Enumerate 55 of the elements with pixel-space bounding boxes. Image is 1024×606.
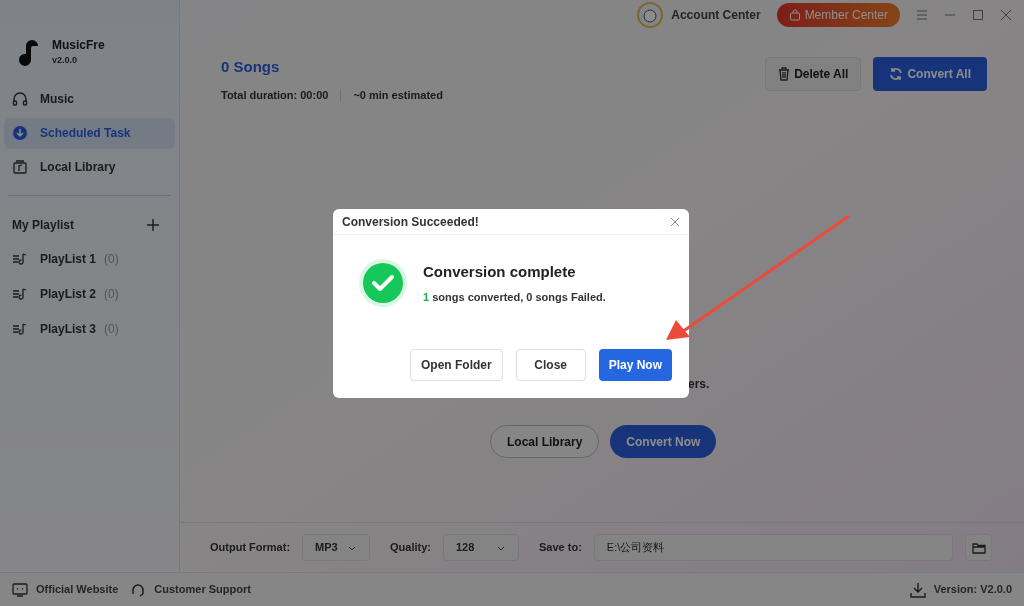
format-dropdown[interactable]: MP3	[302, 534, 371, 561]
quality-dropdown[interactable]: 128	[443, 534, 519, 561]
local-library-button[interactable]: Local Library	[490, 425, 600, 458]
menu-icon[interactable]	[916, 9, 928, 21]
trash-icon	[778, 67, 791, 81]
download-icon[interactable]	[909, 581, 926, 598]
avatar-icon[interactable]	[637, 2, 664, 28]
songs-count-title: 0 Songs	[221, 57, 281, 77]
dialog-button[interactable]: Open Folder	[409, 349, 503, 381]
close-icon[interactable]	[1000, 9, 1012, 21]
download-icon	[12, 125, 28, 141]
playlist-icon	[12, 286, 28, 302]
dialog-heading: Conversion complete	[423, 261, 577, 282]
dialog-button[interactable]: Close	[515, 349, 586, 381]
save-to-label: Save to:	[539, 540, 582, 556]
quality-label: Quality:	[390, 540, 431, 556]
success-check-icon	[359, 259, 407, 307]
version-text: Version: V2.0.0	[933, 582, 1012, 598]
folder-button[interactable]	[965, 534, 992, 561]
account-center-link[interactable]: Account Center	[671, 6, 761, 24]
nav-item[interactable]: Scheduled Task	[4, 117, 175, 149]
delete-all-button[interactable]: Delete All	[765, 57, 862, 91]
customer-support-link[interactable]: Customer Support	[154, 581, 251, 598]
monitor-icon	[12, 581, 28, 598]
headphones-icon	[12, 91, 28, 107]
app-name: MusicFre	[52, 37, 105, 54]
save-path-field[interactable]: E:\公司资料	[593, 534, 953, 561]
close-icon[interactable]	[670, 216, 680, 227]
official-website-link[interactable]: Official Website	[36, 581, 119, 598]
refresh-icon	[889, 67, 904, 81]
member-center-button[interactable]: Member Center	[776, 3, 900, 27]
dialog-message: 1 songs converted, 0 songs Failed.	[423, 290, 606, 305]
convert-all-button[interactable]: Convert All	[873, 57, 987, 91]
playlist-item[interactable]: PlayList 3	[40, 320, 97, 338]
maximize-icon[interactable]	[972, 9, 984, 21]
bag-icon	[788, 9, 801, 21]
playlist-icon	[12, 251, 28, 267]
library-icon	[12, 159, 28, 175]
app-version: v2.0.0	[52, 54, 79, 67]
play-now-button[interactable]: Play Now	[598, 349, 672, 381]
add-icon[interactable]	[147, 218, 159, 231]
playlist-header: My Playlist	[12, 216, 75, 234]
headset-icon	[130, 581, 147, 598]
dialog-title: Conversion Succeeded!	[342, 213, 479, 231]
convert-now-button[interactable]: Convert Now	[610, 425, 717, 458]
playlist-item[interactable]: PlayList 2	[40, 285, 97, 303]
folder-icon	[971, 540, 986, 555]
playlist-item[interactable]: PlayList 1	[40, 250, 97, 268]
output-format-label: Output Format:	[210, 540, 291, 556]
estimate-text: ~0 min estimated	[353, 87, 443, 103]
nav-item[interactable]: Local Library	[4, 151, 175, 183]
empty-hint-text: ers.	[688, 376, 710, 393]
playlist-icon	[12, 321, 28, 337]
nav-item[interactable]: Music	[4, 83, 175, 115]
total-duration: Total duration: 00:00	[221, 87, 329, 103]
